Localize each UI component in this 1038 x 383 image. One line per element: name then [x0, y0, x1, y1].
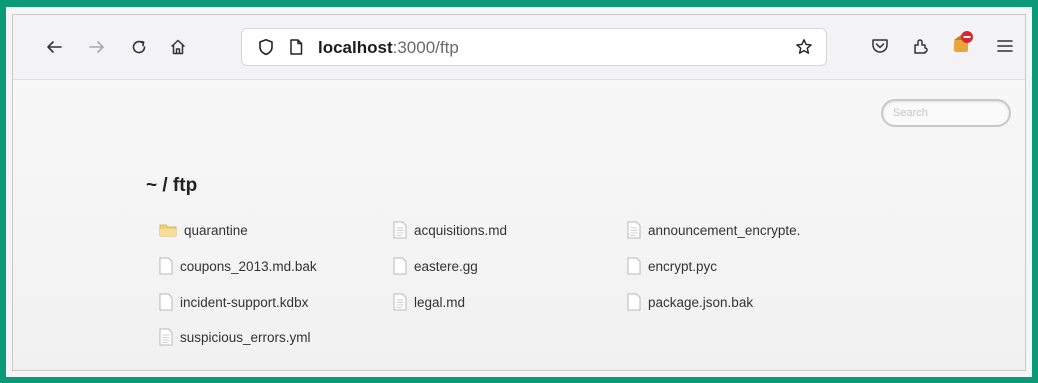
file-name: acquisitions.md [414, 222, 508, 238]
text-file-icon [627, 221, 641, 239]
file-name: legal.md [414, 294, 466, 310]
file-list-item[interactable]: legal.md [393, 291, 465, 313]
screenshot-frame: localhost:3000/ftp Search ~ / ftp quaran… [0, 0, 1038, 383]
folder-icon [159, 224, 177, 237]
file-name: quarantine [184, 222, 248, 238]
shield-icon[interactable] [257, 38, 275, 56]
reload-button[interactable] [127, 35, 151, 59]
search-input[interactable] [881, 99, 1011, 127]
menu-icon[interactable] [995, 36, 1015, 56]
reload-icon [132, 40, 146, 54]
bookmark-star-icon[interactable] [795, 38, 813, 56]
file-list-item[interactable]: acquisitions.md [393, 219, 507, 241]
file-name: package.json.bak [648, 294, 754, 310]
file-icon [159, 293, 173, 311]
address-bar[interactable]: localhost:3000/ftp [241, 28, 827, 66]
extensions-icon[interactable] [911, 36, 931, 56]
browser-toolbar: localhost:3000/ftp [13, 15, 1025, 80]
text-file-icon [393, 293, 407, 311]
page-title: ~ / ftp [146, 175, 198, 196]
file-icon [393, 257, 407, 275]
file-list-item[interactable]: quarantine [159, 219, 248, 241]
file-list-item[interactable]: incident-support.kdbx [159, 291, 308, 313]
file-name: coupons_2013.md.bak [180, 258, 317, 274]
browser-window: localhost:3000/ftp Search ~ / ftp quaran… [12, 14, 1026, 371]
file-icon [159, 257, 173, 275]
forward-button[interactable] [85, 35, 109, 59]
file-list-item[interactable]: package.json.bak [627, 291, 753, 313]
file-name: eastere.gg [414, 258, 478, 274]
home-icon [170, 39, 186, 55]
file-name: encrypt.pyc [648, 258, 718, 274]
text-file-icon [159, 328, 173, 346]
url-text[interactable]: localhost:3000/ftp [318, 38, 459, 58]
back-button[interactable] [42, 35, 66, 59]
file-icon [627, 257, 641, 275]
file-list-item[interactable]: coupons_2013.md.bak [159, 255, 317, 277]
back-arrow-icon [47, 41, 62, 53]
file-name: suspicious_errors.yml [180, 329, 311, 345]
pocket-icon[interactable] [870, 36, 890, 56]
file-list-item[interactable]: encrypt.pyc [627, 255, 717, 277]
home-button[interactable] [166, 35, 190, 59]
forward-arrow-icon [89, 41, 104, 53]
file-list-item[interactable]: suspicious_errors.yml [159, 326, 311, 348]
file-name: incident-support.kdbx [180, 294, 309, 310]
file-list-item[interactable]: announcement_encrypte. [627, 219, 800, 241]
page-icon[interactable] [287, 38, 305, 56]
file-name: announcement_encrypte. [648, 222, 801, 238]
file-list-item[interactable]: eastere.gg [393, 255, 478, 277]
text-file-icon [393, 221, 407, 239]
file-icon [627, 293, 641, 311]
url-path: :3000/ftp [392, 38, 459, 57]
foxyproxy-icon[interactable] [952, 30, 976, 56]
url-host: localhost [318, 38, 393, 57]
